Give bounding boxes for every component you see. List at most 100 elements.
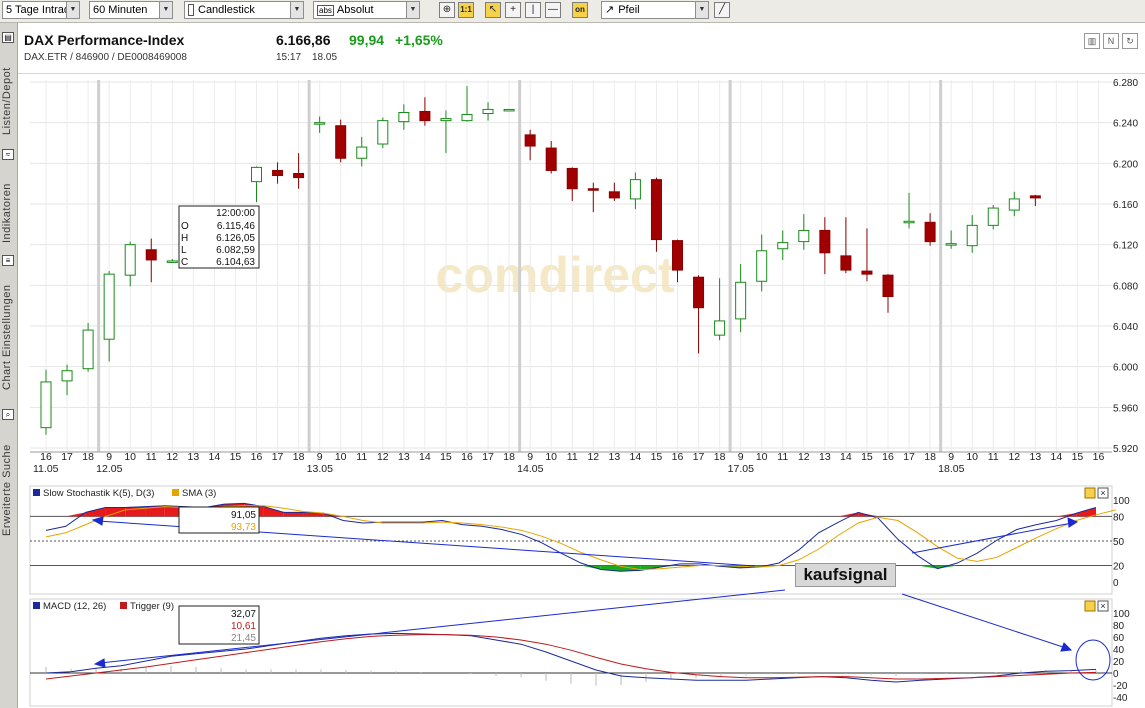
- candle-down: [882, 274, 894, 298]
- macd-tick-label: 60: [1113, 633, 1125, 644]
- tooltip-open-value: 6.115,46: [217, 221, 256, 232]
- candle-up: [735, 281, 747, 320]
- price-tick-label: 6.240: [1113, 119, 1138, 130]
- candle-up: [798, 229, 810, 243]
- tooltip-low-label: L: [181, 245, 187, 256]
- candle-down: [650, 179, 662, 241]
- hour-tick-label: 10: [124, 451, 136, 463]
- tooltip-close-label: C: [181, 257, 188, 268]
- candle-down: [861, 270, 873, 275]
- candle-down: [566, 167, 578, 190]
- hour-tick-label: 17: [903, 451, 915, 463]
- candle-down: [545, 147, 557, 171]
- macd-tick-label: 100: [1113, 609, 1130, 620]
- hour-tick-label: 15: [440, 451, 452, 463]
- date-tick-label: 17.05: [728, 463, 754, 475]
- candle-down: [419, 110, 431, 122]
- hour-tick-label: 9: [106, 451, 112, 463]
- hour-tick-label: 11: [567, 451, 578, 463]
- hour-tick-label: 14: [419, 451, 431, 463]
- overbought-fill: [283, 512, 304, 517]
- hour-tick-label: 16: [672, 451, 684, 463]
- hour-tick-label: 13: [819, 451, 831, 463]
- hour-tick-label: 18: [503, 451, 515, 463]
- hour-tick-label: 15: [1072, 451, 1084, 463]
- hour-tick-label: 17: [61, 451, 73, 463]
- price-tick-label: 6.200: [1113, 159, 1138, 170]
- hour-tick-label: 15: [651, 451, 663, 463]
- close-icon[interactable]: ×: [1100, 601, 1105, 611]
- hour-tick-label: 18: [924, 451, 936, 463]
- tooltip-low-value: 6.082,59: [216, 245, 255, 256]
- macd-legend: MACD (12, 26): [43, 601, 106, 612]
- macd-tooltip-trigger: 10,61: [231, 621, 256, 632]
- hour-tick-label: 18: [293, 451, 305, 463]
- hour-tick-label: 17: [272, 451, 284, 463]
- candle-up: [251, 166, 262, 183]
- stoch-tick-label: 0: [1113, 578, 1119, 589]
- chart-area[interactable]: comdirect 5.920 5.960 6.000 6.040 6.080 6.120…: [0, 0, 1145, 708]
- hour-tick-label: 13: [398, 451, 410, 463]
- hour-tick-label: 9: [527, 451, 533, 463]
- panel-settings-icon[interactable]: [1084, 487, 1096, 499]
- hour-tick-label: 13: [609, 451, 621, 463]
- candle-up: [356, 146, 368, 159]
- candle-down: [335, 125, 347, 159]
- candle-down: [293, 173, 305, 179]
- stochastic-tooltip: 91,05 93,73: [178, 506, 260, 534]
- candle-up: [482, 108, 494, 115]
- candle-up: [440, 118, 452, 122]
- candle-up: [124, 244, 136, 276]
- hour-tick-label: 10: [545, 451, 557, 463]
- price-tooltip: 12:00:00 O 6.115,46 H 6.126,05 L 6.082,5…: [178, 205, 260, 269]
- stoch-sma-legend-swatch: [172, 489, 179, 496]
- stoch-k-legend-swatch: [33, 489, 40, 496]
- macd-tick-label: -40: [1113, 693, 1128, 704]
- stoch-tick-label: 100: [1113, 496, 1130, 507]
- candle-down: [840, 255, 852, 271]
- candle-up: [103, 273, 115, 340]
- macd-tooltip-histogram: 21,45: [231, 633, 256, 644]
- time-axis: 16 17 18 9 10 11 12 13 14 15 16 17 18 9 10 11 12 13 14 15 16…: [33, 451, 1104, 475]
- hour-tick-label: 14: [840, 451, 852, 463]
- date-tick-label: 18.05: [938, 463, 964, 475]
- candle-up: [1008, 198, 1020, 211]
- candle-down: [672, 240, 683, 271]
- candle-down: [693, 276, 705, 309]
- candle-down: [819, 229, 831, 254]
- trigger-legend: Trigger (9): [130, 601, 174, 612]
- panel-settings-icon[interactable]: [1084, 600, 1096, 612]
- hour-tick-label: 16: [1093, 451, 1105, 463]
- hour-tick-label: 18: [714, 451, 726, 463]
- hour-tick-label: 15: [861, 451, 873, 463]
- date-tick-label: 14.05: [517, 463, 543, 475]
- price-tick-label: 6.160: [1113, 200, 1138, 211]
- candle-up: [987, 207, 999, 226]
- macd-tick-label: 80: [1113, 621, 1125, 632]
- candle-up: [82, 329, 94, 370]
- hour-tick-label: 10: [966, 451, 978, 463]
- hour-tick-label: 12: [166, 451, 178, 463]
- hour-tick-label: 11: [146, 451, 157, 463]
- price-tick-label: 6.080: [1113, 281, 1138, 292]
- candle-up: [966, 224, 978, 247]
- stoch-sma-legend: SMA (3): [182, 488, 216, 499]
- hour-tick-label: 9: [948, 451, 954, 463]
- macd-tick-label: -20: [1113, 681, 1128, 692]
- candle-up: [777, 242, 789, 250]
- hour-tick-label: 16: [882, 451, 894, 463]
- tooltip-close-value: 6.104,63: [216, 257, 255, 268]
- macd-tick-label: 20: [1113, 657, 1125, 668]
- kaufsignal-annotation: kaufsignal: [795, 563, 896, 587]
- tooltip-high-value: 6.126,05: [216, 233, 255, 244]
- hour-tick-label: 14: [209, 451, 221, 463]
- close-icon[interactable]: ×: [1100, 488, 1105, 498]
- candle-down: [1029, 195, 1041, 199]
- candle-up: [398, 112, 410, 123]
- candle-down: [524, 134, 536, 147]
- tooltip-open-label: O: [181, 221, 189, 232]
- hour-tick-label: 17: [693, 451, 705, 463]
- stoch-tick-label: 50: [1113, 537, 1125, 548]
- trigger-legend-swatch: [120, 602, 127, 609]
- macd-tick-label: 0: [1113, 669, 1119, 680]
